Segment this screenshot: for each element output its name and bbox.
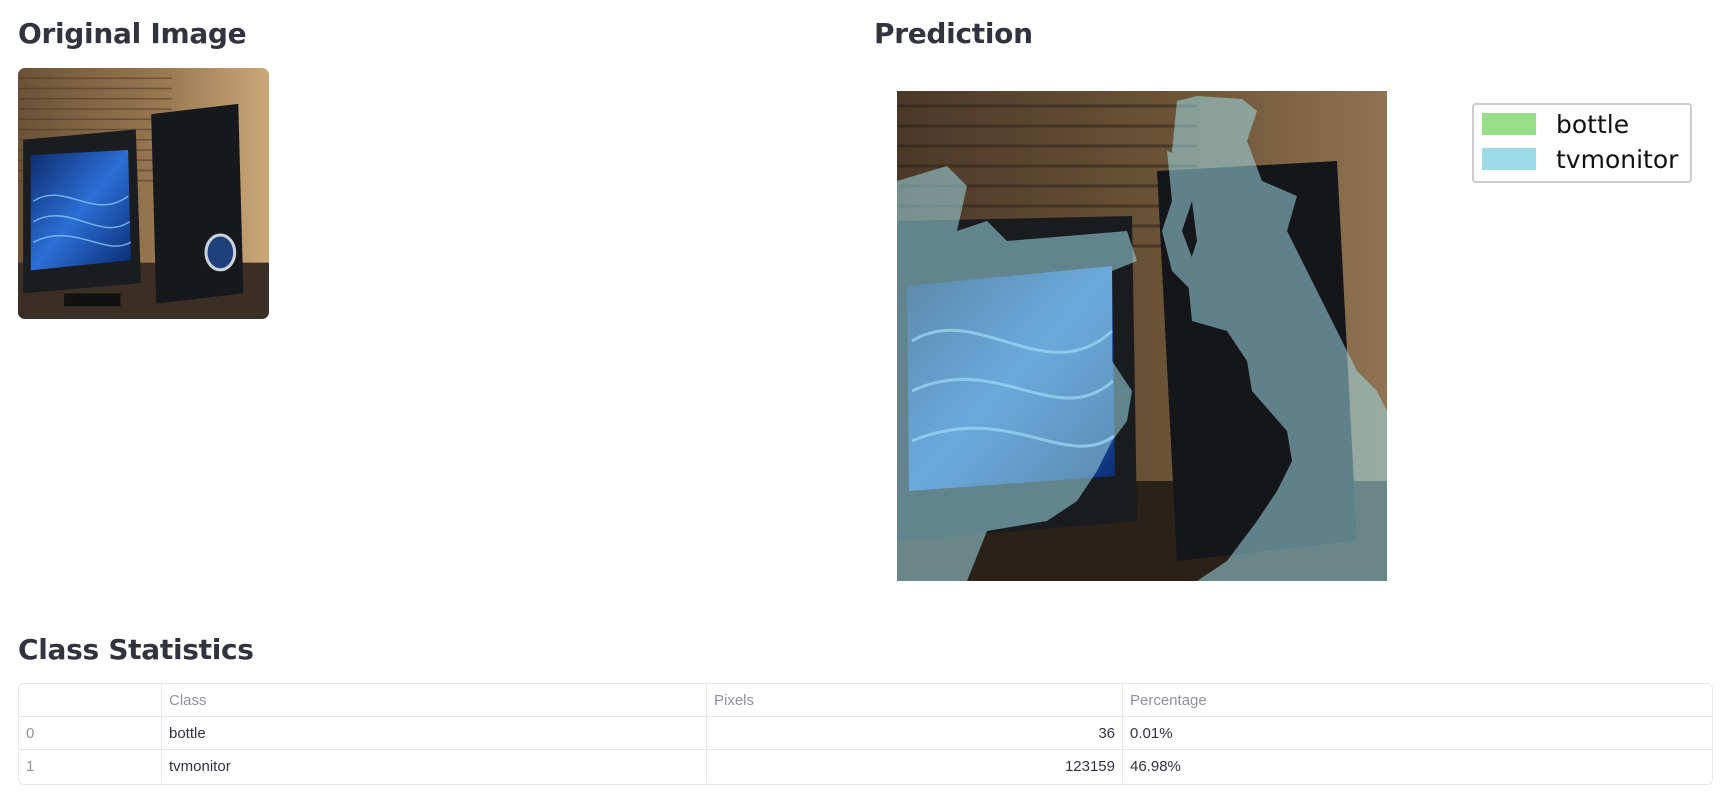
row-index: 1 <box>19 750 162 783</box>
legend-label: bottle <box>1556 109 1630 139</box>
table-row[interactable]: 0 bottle 36 0.01% <box>19 717 1712 750</box>
tvmonitor-swatch <box>1482 148 1536 170</box>
row-percentage: 46.98% <box>1130 758 1181 775</box>
header-percentage[interactable]: Percentage <box>1123 684 1712 717</box>
bottle-swatch <box>1482 113 1536 135</box>
row-pixels: 123159 <box>707 750 1123 783</box>
row-class: bottle <box>162 717 707 750</box>
class-statistics-heading: Class Statistics <box>18 633 254 666</box>
legend-item-tvmonitor: tvmonitor <box>1482 144 1678 174</box>
legend-item-bottle: bottle <box>1482 109 1629 139</box>
header-index[interactable] <box>19 684 162 717</box>
legend-label: tvmonitor <box>1556 144 1679 174</box>
row-class: tvmonitor <box>162 750 707 783</box>
prediction-overlay-illustration <box>897 91 1387 581</box>
table-row[interactable]: 1 tvmonitor 123159 46.98% <box>19 750 1712 783</box>
original-photo-illustration <box>18 68 269 319</box>
row-pixels: 36 <box>707 717 1123 750</box>
prediction-legend: bottle tvmonitor <box>1472 103 1692 183</box>
original-image <box>18 68 269 319</box>
table-header-row: Class Pixels Percentage <box>19 684 1712 717</box>
prediction-image <box>897 91 1387 581</box>
prediction-heading: Prediction <box>874 17 1033 50</box>
header-class[interactable]: Class <box>162 684 707 717</box>
row-percentage: 0.01% <box>1130 725 1173 742</box>
class-statistics-table[interactable]: Class Pixels Percentage 0 bottle 36 0.01… <box>18 683 1713 785</box>
header-pixels[interactable]: Pixels <box>707 684 1123 717</box>
original-image-heading: Original Image <box>18 17 247 50</box>
row-index: 0 <box>19 717 162 750</box>
